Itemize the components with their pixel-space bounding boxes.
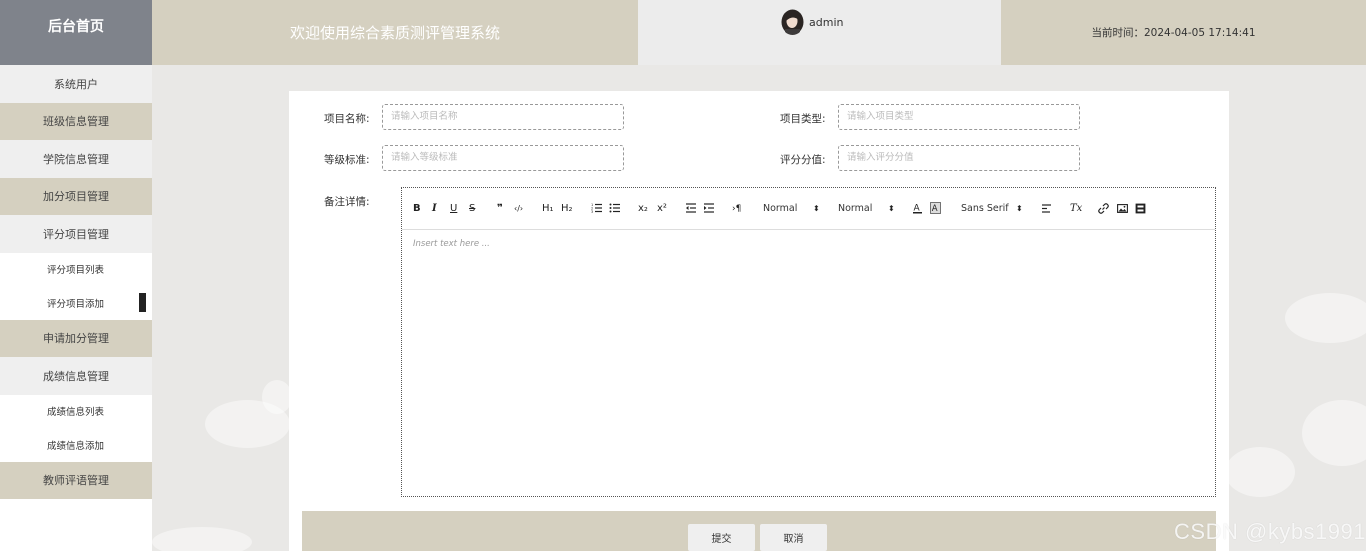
- sidebar: 系统用户 班级信息管理 学院信息管理 加分项目管理 评分项目管理 评分项目列表 …: [0, 65, 152, 551]
- home-link[interactable]: 后台首页: [0, 0, 152, 65]
- active-indicator: [139, 293, 146, 312]
- clean-format-icon[interactable]: Tx: [1070, 202, 1082, 216]
- background-bubble: [1302, 400, 1366, 466]
- font-select-value: Sans Serif: [961, 203, 1009, 214]
- svg-text:3: 3: [591, 210, 593, 214]
- form-panel: 项目名称: 请输入项目名称 项目类型: 请输入项目类型 等级标准: 请输入等级标…: [289, 91, 1229, 551]
- link-icon[interactable]: [1098, 203, 1109, 219]
- video-icon[interactable]: [1135, 203, 1146, 219]
- outdent-icon[interactable]: [685, 202, 697, 219]
- score-value-label: 评分分值:: [780, 154, 826, 166]
- size-select-chevron-icon[interactable]: ⬍: [813, 202, 820, 216]
- subscript-button[interactable]: x₂: [638, 202, 648, 216]
- background-bubble: [262, 380, 292, 414]
- underline-button[interactable]: U: [450, 202, 457, 216]
- sidebar-subitem-label: 评分项目添加: [47, 298, 105, 310]
- superscript-button[interactable]: x²: [657, 202, 667, 216]
- score-value-input[interactable]: 请输入评分分值: [838, 145, 1080, 171]
- form-actions: 提交 取消: [302, 511, 1216, 551]
- blockquote-icon[interactable]: ❞: [497, 202, 503, 216]
- sidebar-item-scoring-items[interactable]: 评分项目管理: [0, 215, 152, 253]
- font-color-icon[interactable]: A: [912, 202, 923, 219]
- project-type-input[interactable]: 请输入项目类型: [838, 104, 1080, 130]
- time-value: 2024-04-05 17:14:41: [1143, 26, 1256, 39]
- sidebar-subitem-scoring-add[interactable]: 评分项目添加: [0, 286, 152, 320]
- background-color-icon[interactable]: A: [930, 202, 941, 219]
- header-select[interactable]: Normal: [838, 202, 872, 216]
- level-standard-input[interactable]: 请输入等级标准: [382, 145, 624, 171]
- editor-content-area[interactable]: Insert text here ...: [402, 230, 1215, 258]
- bold-button[interactable]: B: [413, 202, 421, 216]
- remark-label: 备注详情:: [324, 196, 370, 208]
- submit-button[interactable]: 提交: [688, 524, 755, 551]
- sidebar-item-bonus-items[interactable]: 加分项目管理: [0, 177, 152, 215]
- header-2-button[interactable]: H₂: [561, 202, 573, 216]
- font-select-chevron-icon[interactable]: ⬍: [1016, 202, 1023, 216]
- italic-button[interactable]: I: [432, 202, 437, 216]
- code-icon[interactable]: ‹/›: [514, 202, 523, 216]
- watermark: CSDN @kybs1991: [1174, 519, 1366, 544]
- avatar-image: [781, 9, 804, 35]
- size-select[interactable]: Normal: [763, 202, 797, 216]
- project-name-label: 项目名称:: [324, 113, 370, 125]
- svg-text:A: A: [932, 204, 938, 214]
- level-standard-label: 等级标准:: [324, 154, 370, 166]
- image-icon[interactable]: [1117, 203, 1128, 219]
- cancel-button[interactable]: 取消: [760, 524, 827, 551]
- editor-toolbar: B I U S ❞ ‹/› H₁ H₂ 1 2 3 x₂ x² ›¶ Norma…: [402, 188, 1215, 230]
- indent-icon[interactable]: [703, 202, 715, 219]
- user-avatar[interactable]: [781, 9, 804, 35]
- project-name-input[interactable]: 请输入项目名称: [382, 104, 624, 130]
- sidebar-subitem-grades-list[interactable]: 成绩信息列表: [0, 394, 152, 428]
- sidebar-subitem-scoring-list[interactable]: 评分项目列表: [0, 252, 152, 286]
- size-select-value: Normal: [763, 203, 798, 214]
- font-select[interactable]: Sans Serif: [961, 202, 1009, 216]
- ordered-list-icon[interactable]: 1 2 3: [591, 202, 603, 219]
- header-select-chevron-icon[interactable]: ⬍: [888, 202, 895, 216]
- time-label: 当前时间：: [1091, 27, 1144, 39]
- strike-button[interactable]: S: [469, 202, 475, 216]
- bullet-list-icon[interactable]: [609, 202, 621, 219]
- header-1-button[interactable]: H₁: [542, 202, 554, 216]
- rich-text-editor: B I U S ❞ ‹/› H₁ H₂ 1 2 3 x₂ x² ›¶ Norma…: [401, 187, 1216, 497]
- user-panel: admin: [638, 0, 1001, 65]
- sidebar-item-teacher-comments[interactable]: 教师评语管理: [0, 461, 152, 499]
- align-left-icon[interactable]: [1041, 203, 1052, 219]
- background-bubble: [152, 527, 252, 551]
- background-bubble: [1285, 293, 1366, 343]
- sidebar-subitem-grades-add[interactable]: 成绩信息添加: [0, 428, 152, 462]
- header-select-value: Normal: [838, 203, 873, 214]
- background-bubble: [1225, 447, 1295, 497]
- editor-placeholder: Insert text here ...: [413, 239, 490, 249]
- sidebar-item-bonus-applications[interactable]: 申请加分管理: [0, 319, 152, 357]
- sidebar-item-college-info[interactable]: 学院信息管理: [0, 140, 152, 178]
- sidebar-item-system-users[interactable]: 系统用户: [0, 65, 152, 103]
- text-direction-icon[interactable]: ›¶: [732, 202, 741, 216]
- sidebar-item-grades[interactable]: 成绩信息管理: [0, 357, 152, 395]
- system-title: 欢迎使用综合素质测评管理系统: [152, 0, 638, 65]
- project-type-label: 项目类型:: [780, 113, 826, 125]
- username[interactable]: admin: [809, 16, 843, 29]
- top-header: 后台首页 欢迎使用综合素质测评管理系统 admin 当前时间： 2024-04-…: [0, 0, 1366, 65]
- sidebar-item-class-info[interactable]: 班级信息管理: [0, 102, 152, 140]
- current-time: 当前时间： 2024-04-05 17:14:41: [1001, 0, 1366, 65]
